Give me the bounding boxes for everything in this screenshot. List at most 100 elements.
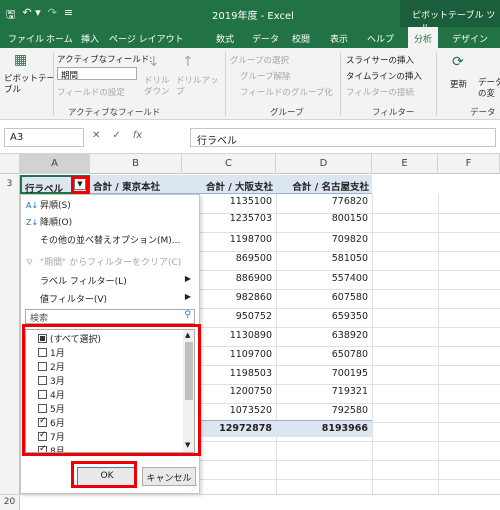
field-settings-button[interactable]: フィールドの設定 bbox=[57, 86, 125, 98]
column-header-f[interactable]: F bbox=[438, 154, 500, 174]
refresh-button[interactable]: 更新 bbox=[450, 78, 467, 90]
scroll-down-icon[interactable]: ▼ bbox=[185, 441, 190, 449]
tab-page-layout[interactable]: ページ レイアウト bbox=[109, 32, 184, 45]
osaka-value[interactable]: 1235703 bbox=[200, 213, 272, 224]
scrollbar-thumb[interactable] bbox=[185, 342, 193, 400]
function-icon[interactable]: fx bbox=[133, 130, 142, 141]
cancel-icon[interactable]: ✕ bbox=[92, 130, 100, 141]
resize-grip-icon[interactable]: ⋰ bbox=[191, 484, 198, 492]
column-header-c[interactable]: C bbox=[182, 154, 276, 174]
osaka-value[interactable]: 1135100 bbox=[200, 196, 272, 207]
label-filter-item[interactable]: ラベル フィルター(L) ▶ bbox=[21, 271, 199, 289]
checkbox[interactable] bbox=[38, 416, 47, 427]
checkbox[interactable] bbox=[38, 430, 47, 441]
filter-item-month[interactable]: 7月 bbox=[38, 430, 65, 443]
osaka-value[interactable]: 1073520 bbox=[200, 405, 272, 416]
checkbox[interactable] bbox=[38, 348, 47, 357]
osaka-value[interactable]: 950752 bbox=[200, 311, 272, 322]
filter-item-month[interactable]: 5月 bbox=[38, 402, 65, 415]
qat-more-icon[interactable]: ≡ bbox=[64, 6, 73, 25]
more-sort-options-item[interactable]: その他の並べ替えオプション(M)... bbox=[21, 230, 199, 248]
osaka-value[interactable]: 1109700 bbox=[200, 349, 272, 360]
dropdown-arrow-icon[interactable]: ▼ bbox=[74, 178, 86, 190]
pivot-header-osaka[interactable]: 合計 / 大阪支社 bbox=[182, 175, 276, 194]
scroll-up-icon[interactable]: ▲ bbox=[185, 331, 190, 339]
tab-analyze[interactable]: 分析 bbox=[408, 27, 439, 48]
checkbox[interactable] bbox=[38, 376, 47, 385]
tab-view[interactable]: 表示 bbox=[330, 32, 348, 45]
filter-item-month[interactable]: 4月 bbox=[38, 388, 65, 401]
filter-item-month[interactable]: 8月 bbox=[38, 444, 65, 452]
osaka-value[interactable]: 982860 bbox=[200, 292, 272, 303]
row-header-3[interactable]: 3 bbox=[0, 175, 20, 194]
checkbox[interactable] bbox=[38, 404, 47, 413]
nagoya-value[interactable]: 800150 bbox=[290, 213, 368, 224]
insert-slicer-button[interactable]: スライサーの挿入 bbox=[346, 54, 414, 66]
nagoya-value[interactable]: 659350 bbox=[290, 311, 368, 322]
nagoya-value[interactable]: 638920 bbox=[290, 330, 368, 341]
filter-item-select-all[interactable]: (すべて選択) bbox=[38, 332, 101, 345]
cancel-button[interactable]: キャンセル bbox=[142, 467, 196, 486]
drill-down-button[interactable]: ドリル ダウン bbox=[144, 76, 170, 98]
save-icon[interactable]: 🖫 bbox=[6, 6, 15, 25]
nagoya-value[interactable]: 581050 bbox=[290, 253, 368, 264]
osaka-value[interactable]: 1200750 bbox=[200, 386, 272, 397]
osaka-value[interactable]: 1198700 bbox=[200, 234, 272, 245]
ok-button[interactable]: OK bbox=[77, 467, 137, 486]
filter-item-month[interactable]: 2月 bbox=[38, 360, 65, 373]
formula-input[interactable]: 行ラベル bbox=[190, 128, 496, 147]
nagoya-value[interactable]: 709820 bbox=[290, 234, 368, 245]
filter-item-month[interactable]: 3月 bbox=[38, 374, 65, 387]
nagoya-value[interactable]: 776820 bbox=[290, 196, 368, 207]
column-header-a[interactable]: A bbox=[20, 154, 90, 174]
name-box[interactable]: A3 bbox=[4, 128, 84, 147]
redo-icon[interactable]: ↷ bbox=[48, 6, 57, 25]
filter-search-input[interactable]: 検索 ⚲ bbox=[25, 309, 195, 324]
nagoya-value[interactable]: 719321 bbox=[290, 386, 368, 397]
active-field-input[interactable]: 期間 bbox=[57, 67, 137, 81]
nagoya-value[interactable]: 700195 bbox=[290, 368, 368, 379]
checkbox[interactable] bbox=[38, 334, 47, 343]
group-selection-button[interactable]: グループの選択 bbox=[230, 54, 289, 66]
filter-connections-button[interactable]: フィルターの接続 bbox=[346, 86, 414, 98]
filter-item-month[interactable]: 1月 bbox=[38, 346, 65, 359]
tab-insert[interactable]: 挿入 bbox=[81, 32, 99, 45]
grand-total-nagoya[interactable]: 8193966 bbox=[290, 423, 368, 434]
row-header-20[interactable]: 20 bbox=[0, 495, 20, 510]
list-scrollbar[interactable]: ▲ ▼ bbox=[183, 330, 194, 452]
enter-icon[interactable]: ✓ bbox=[112, 130, 120, 141]
sort-descending-item[interactable]: Z↓ 降順(O) bbox=[21, 212, 199, 230]
ungroup-button[interactable]: グループ解除 bbox=[240, 70, 291, 82]
pivot-header-nagoya[interactable]: 合計 / 名古屋支社 bbox=[276, 175, 372, 194]
nagoya-value[interactable]: 557400 bbox=[290, 273, 368, 284]
column-header-d[interactable]: D bbox=[276, 154, 372, 174]
undo-icon[interactable]: ↶ ▾ bbox=[22, 6, 40, 25]
nagoya-value[interactable]: 607580 bbox=[290, 292, 368, 303]
checkbox[interactable] bbox=[38, 362, 47, 371]
group-field-button[interactable]: フィールドのグループ化 bbox=[240, 86, 333, 98]
osaka-value[interactable]: 1130890 bbox=[200, 330, 272, 341]
tab-help[interactable]: ヘルプ bbox=[367, 32, 394, 45]
filter-item-month[interactable]: 6月 bbox=[38, 416, 65, 429]
checkbox[interactable] bbox=[38, 444, 47, 452]
change-data-source-button[interactable]: データ の変 bbox=[478, 78, 500, 100]
pivottable-button[interactable]: ピボットテー ブル bbox=[4, 74, 55, 96]
tab-review[interactable]: 校閲 bbox=[292, 32, 310, 45]
checkbox[interactable] bbox=[38, 390, 47, 399]
nagoya-value[interactable]: 650780 bbox=[290, 349, 368, 360]
pivot-header-tokyo[interactable]: 合計 / 東京本社 bbox=[90, 175, 182, 194]
insert-timeline-button[interactable]: タイムラインの挿入 bbox=[346, 70, 422, 82]
tab-data[interactable]: データ bbox=[252, 32, 279, 45]
osaka-value[interactable]: 1198503 bbox=[200, 368, 272, 379]
tab-design[interactable]: デザイン bbox=[452, 32, 488, 45]
sort-ascending-item[interactable]: A↓ 昇順(S) bbox=[21, 195, 199, 213]
grand-total-osaka[interactable]: 12972878 bbox=[200, 423, 272, 434]
select-all-corner[interactable] bbox=[0, 154, 20, 174]
tab-formulas[interactable]: 数式 bbox=[216, 32, 234, 45]
drill-up-button[interactable]: ドリルアッ プ bbox=[176, 76, 219, 98]
osaka-value[interactable]: 886900 bbox=[200, 273, 272, 284]
tab-home[interactable]: ホーム bbox=[46, 32, 73, 45]
osaka-value[interactable]: 869500 bbox=[200, 253, 272, 264]
nagoya-value[interactable]: 792580 bbox=[290, 405, 368, 416]
clear-filter-item[interactable]: ⛛ "期間" からフィルターをクリア(C) bbox=[21, 252, 199, 270]
